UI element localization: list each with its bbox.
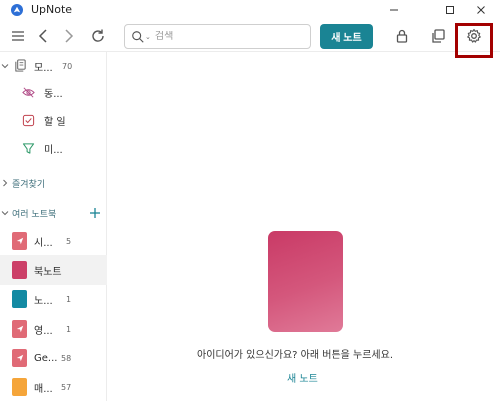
notebook-cover-icon [12,320,27,338]
chevron-down-icon[interactable] [1,62,9,70]
empty-state-new-note-link[interactable]: 새 노트 [287,370,318,385]
sidebar-item-unfiled[interactable]: 미... [0,136,107,160]
sidebar-item-sync[interactable]: 동... [0,80,107,104]
notebooks-label: 여러 노트북 [12,209,57,220]
favorites-label: 즐겨찾기 [12,179,46,190]
forward-arrow-icon[interactable] [58,26,78,46]
notebook-item[interactable]: Ge... 58 [0,345,107,371]
notebook-label: 영... [34,325,53,337]
sidebar-item-label: 미... [44,144,63,156]
chevron-right-icon[interactable] [1,179,9,187]
note-count: 57 [61,382,72,392]
notebook-cover-icon [12,378,27,396]
sidebar-section-favorites[interactable]: 즐겨찾기 [0,171,107,195]
toolbar: ⌄ 새 노트 [0,20,500,52]
sidebar: 모... 70 동... 할 일 미... 즐겨찾기 여러 노트북 시... 5… [0,52,107,401]
new-note-button[interactable]: 새 노트 [320,24,373,49]
notebook-label: 노... [34,295,53,307]
chevron-down-icon[interactable] [1,209,9,217]
eye-off-icon [22,87,35,98]
filter-icon [22,143,35,154]
notebook-item[interactable]: 시... 5 [0,228,107,254]
upnote-logo-icon [11,4,23,16]
sidebar-section-notebooks[interactable]: 여러 노트북 [0,201,107,225]
notebook-item[interactable]: 영... 1 [0,316,107,342]
notebook-item[interactable]: 매... 57 [0,374,107,400]
minimize-icon[interactable] [379,0,409,20]
send-icon [16,354,23,362]
notebook-label: 시... [34,237,53,249]
close-icon[interactable] [466,0,496,20]
back-arrow-icon[interactable] [34,26,54,46]
notebook-label: 매... [34,383,53,395]
title-bar: UpNote [0,0,500,20]
notebook-item-selected[interactable]: 북노트 [0,255,107,285]
search-field[interactable]: ⌄ [124,24,311,49]
send-icon [16,237,23,245]
add-notebook-icon[interactable] [89,207,101,219]
empty-state-message: 아이디어가 있으신가요? 아래 버튼을 누르세요. [197,350,394,361]
maximize-icon[interactable] [435,0,465,20]
menu-icon[interactable] [8,26,28,46]
notebook-item[interactable]: 노... 1 [0,286,107,312]
note-count: 58 [61,353,72,363]
sidebar-item-label: 동... [44,88,63,100]
copy-window-icon[interactable] [428,26,448,46]
note-count: 1 [66,324,72,334]
note-count: 70 [62,61,73,71]
sidebar-item-label: 모... [34,62,53,74]
note-count: 5 [66,236,72,246]
note-count: 1 [66,294,72,304]
sidebar-item-todo[interactable]: 할 일 [0,108,107,132]
window-title: UpNote [31,3,73,16]
notebook-cover-icon [12,232,27,250]
notes-stack-icon [15,59,26,72]
search-dropdown-icon[interactable]: ⌄ [145,33,151,41]
notebook-cover-icon [12,349,27,367]
sidebar-item-label: 할 일 [44,116,66,128]
checkbox-icon [22,114,35,127]
empty-notebook-illustration [268,231,343,332]
notebook-label: 북노트 [34,266,62,278]
search-input[interactable] [154,31,305,42]
notebook-cover-icon [12,261,27,279]
settings-highlight-box [455,23,493,58]
notebook-label: Ge... [34,352,58,364]
notebook-cover-icon [12,290,27,308]
sidebar-item-all-notes[interactable]: 모... 70 [0,54,107,78]
lock-icon[interactable] [392,26,412,46]
send-icon [16,325,23,333]
refresh-icon[interactable] [88,26,108,46]
